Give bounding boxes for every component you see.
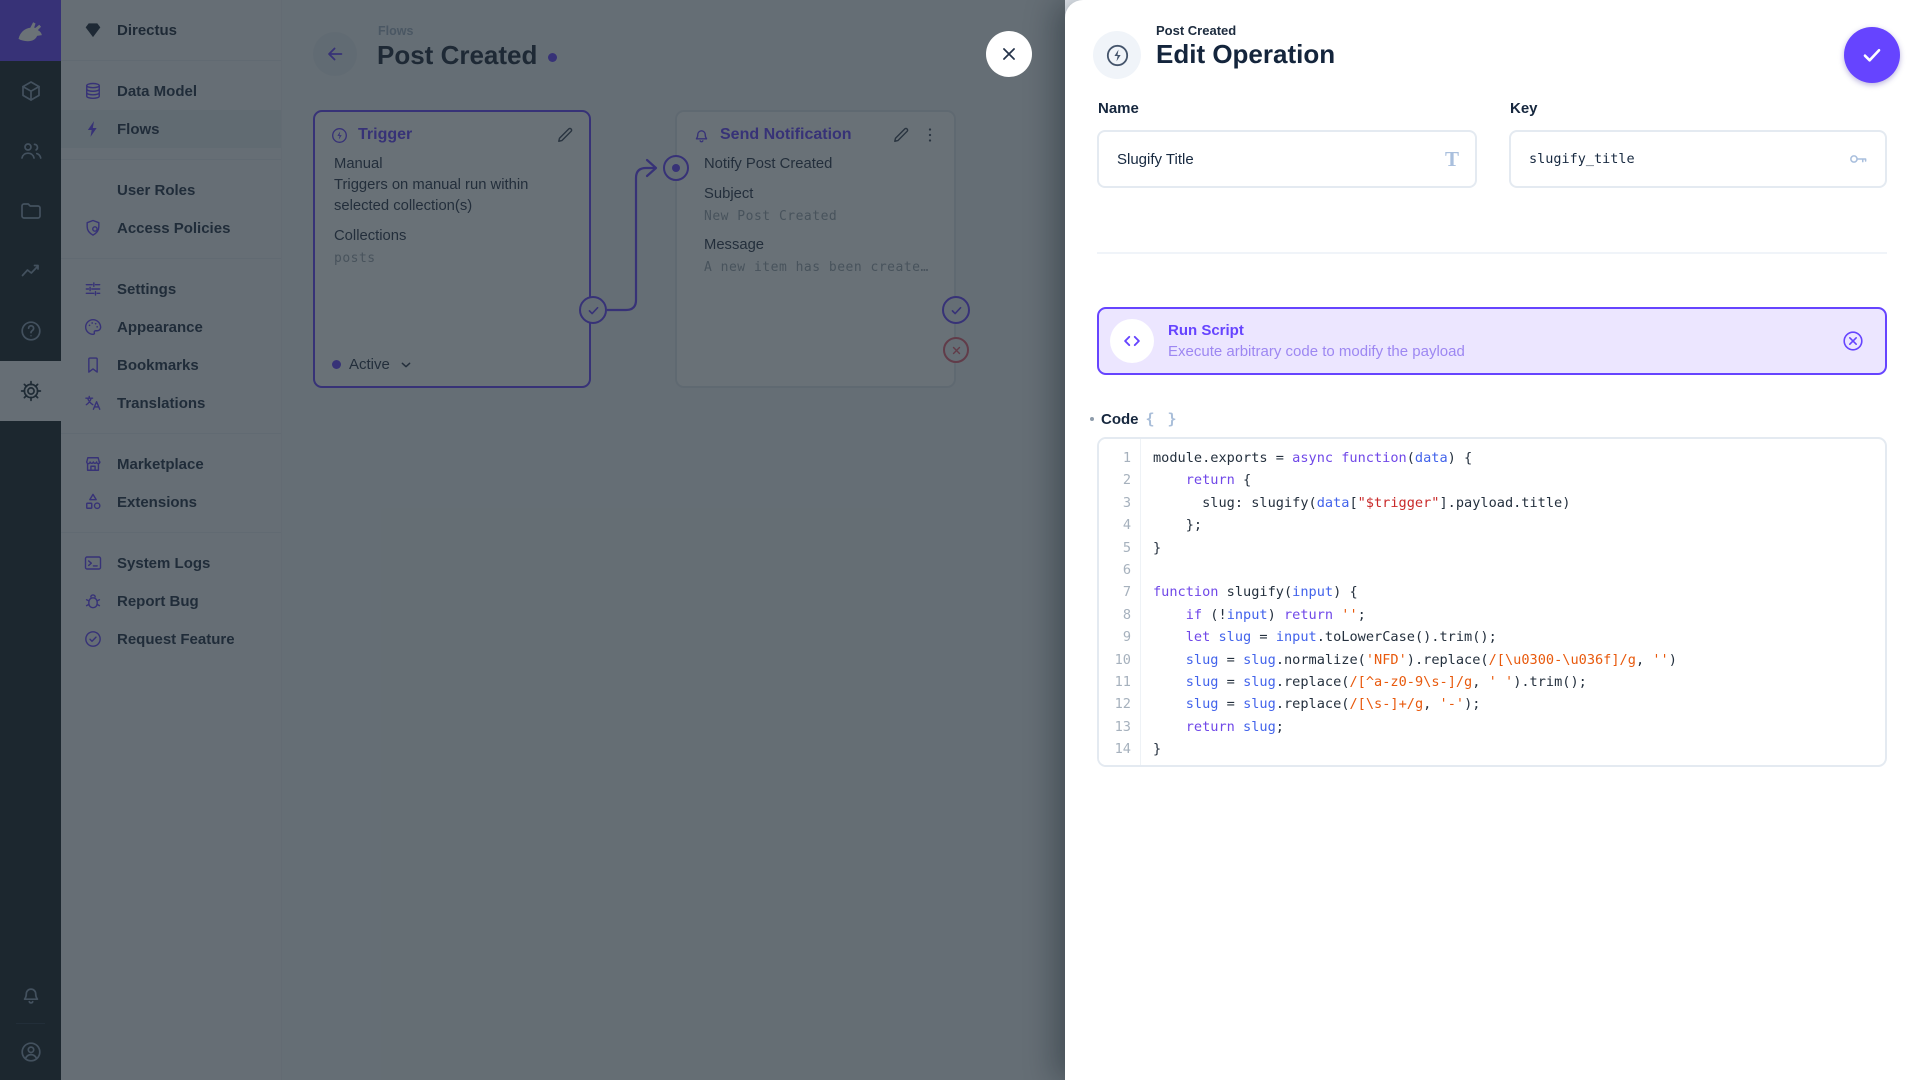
- code-line: module.exports = async function(data) {: [1153, 447, 1885, 469]
- line-number: 12: [1099, 693, 1131, 715]
- line-number: 14: [1099, 738, 1131, 760]
- circle-close-icon: [1841, 329, 1865, 353]
- line-number: 13: [1099, 716, 1131, 738]
- key-field-label: Key: [1510, 100, 1538, 117]
- line-number: 10: [1099, 649, 1131, 671]
- line-number: 6: [1099, 559, 1131, 581]
- line-number: 4: [1099, 514, 1131, 536]
- edit-operation-drawer: Post Created Edit Operation Name Key Slu…: [1065, 0, 1920, 1080]
- code-line: }: [1153, 738, 1885, 760]
- line-number: 5: [1099, 537, 1131, 559]
- name-input[interactable]: Slugify Title T: [1097, 130, 1477, 188]
- code-editor[interactable]: 1234567891011121314 module.exports = asy…: [1097, 437, 1887, 767]
- code-icon-circle: [1110, 319, 1154, 363]
- line-number: 3: [1099, 492, 1131, 514]
- drawer-divider: [1097, 252, 1887, 254]
- drawer-title: Edit Operation: [1156, 39, 1335, 70]
- code-line: return {: [1153, 469, 1885, 491]
- drawer-header-icon: [1093, 31, 1141, 79]
- code-line: if (!input) return '';: [1153, 604, 1885, 626]
- run-script-title: Run Script: [1168, 320, 1465, 342]
- code-line: let slug = input.toLowerCase().trim();: [1153, 626, 1885, 648]
- name-input-value: Slugify Title: [1117, 151, 1194, 168]
- deselect-operation-button[interactable]: [1841, 329, 1865, 353]
- code-line: [1153, 559, 1885, 581]
- code-gutter: 1234567891011121314: [1099, 439, 1141, 765]
- line-number: 2: [1099, 469, 1131, 491]
- braces-icon: { }: [1146, 410, 1179, 428]
- line-number: 9: [1099, 626, 1131, 648]
- key-icon: [1847, 148, 1869, 170]
- drawer-close-button[interactable]: [986, 31, 1032, 77]
- code-line: };: [1153, 514, 1885, 536]
- run-script-panel[interactable]: Run Script Execute arbitrary code to mod…: [1097, 307, 1887, 375]
- key-input[interactable]: slugify_title: [1509, 130, 1887, 188]
- code-line: slug: slugify(data["$trigger"].payload.t…: [1153, 492, 1885, 514]
- code-field-label: Code: [1101, 411, 1139, 428]
- line-number: 8: [1099, 604, 1131, 626]
- edited-dot: [1090, 417, 1094, 421]
- code-icon: [1121, 330, 1143, 352]
- circled-bolt-icon: [1104, 42, 1131, 69]
- code-line: slug = slug.normalize('NFD').replace(/[\…: [1153, 649, 1885, 671]
- close-icon: [998, 43, 1020, 65]
- key-input-value: slugify_title: [1529, 151, 1635, 167]
- code-line: }: [1153, 537, 1885, 559]
- code-line: function slugify(input) {: [1153, 581, 1885, 603]
- line-number: 7: [1099, 581, 1131, 603]
- run-script-subtitle: Execute arbitrary code to modify the pay…: [1168, 342, 1465, 362]
- name-field-label: Name: [1098, 100, 1139, 117]
- drawer-overlay[interactable]: [0, 0, 1065, 1080]
- line-number: 11: [1099, 671, 1131, 693]
- code-line: slug = slug.replace(/[^a-z0-9\s-]/g, ' '…: [1153, 671, 1885, 693]
- line-number: 1: [1099, 447, 1131, 469]
- check-icon: [1859, 42, 1885, 68]
- code-content: module.exports = async function(data) { …: [1141, 439, 1885, 765]
- directus-app: Directus Data ModelFlowsUser RolesAccess…: [0, 0, 1920, 1080]
- title-icon: T: [1445, 147, 1459, 172]
- save-button[interactable]: [1844, 27, 1900, 83]
- code-line: slug = slug.replace(/[\s-]+/g, '-');: [1153, 693, 1885, 715]
- drawer-breadcrumb: Post Created: [1156, 23, 1236, 38]
- code-field-header: Code { }: [1090, 410, 1179, 428]
- code-line: return slug;: [1153, 716, 1885, 738]
